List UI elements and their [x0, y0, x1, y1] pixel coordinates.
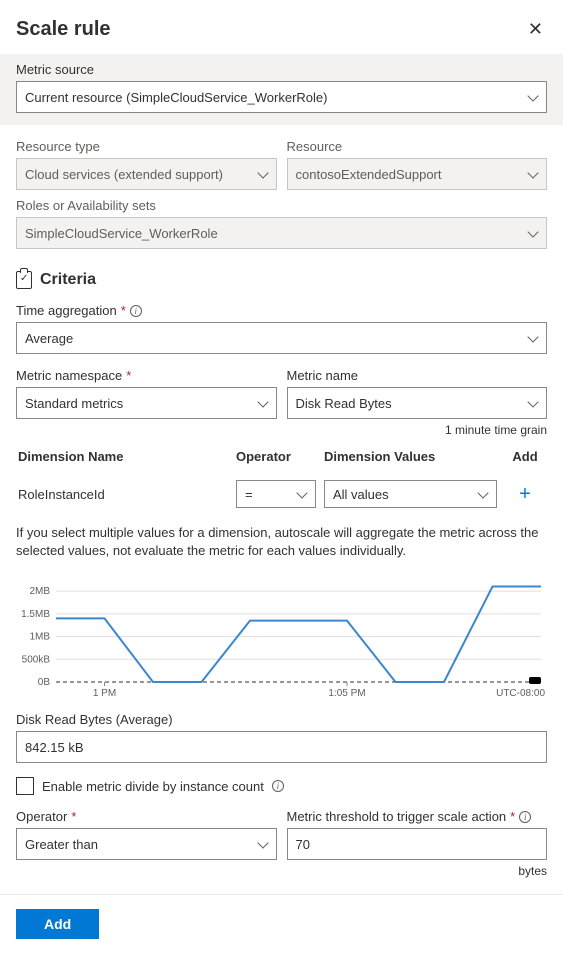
operator-select[interactable]: Greater than: [16, 828, 277, 860]
threshold-value: 70: [296, 837, 310, 852]
svg-text:UTC-08:00: UTC-08:00: [496, 688, 545, 699]
chevron-down-icon: [478, 489, 488, 499]
info-icon[interactable]: i: [130, 305, 142, 317]
resource-select: contosoExtendedSupport: [287, 158, 548, 190]
chevron-down-icon: [297, 489, 307, 499]
chevron-down-icon: [258, 169, 268, 179]
dim-head-vals: Dimension Values: [324, 449, 497, 464]
metric-source-value: Current resource (SimpleCloudService_Wor…: [25, 90, 327, 105]
dim-head-add: Add: [505, 449, 545, 464]
required-indicator: *: [510, 809, 515, 824]
page-title: Scale rule: [16, 18, 111, 41]
threshold-label: Metric threshold to trigger scale action…: [287, 809, 548, 824]
required-indicator: *: [121, 303, 126, 318]
operator-value: Greater than: [25, 837, 98, 852]
clipboard-check-icon: [16, 271, 32, 289]
svg-text:2MB: 2MB: [29, 586, 50, 597]
required-indicator: *: [71, 809, 76, 824]
svg-text:1MB: 1MB: [29, 632, 50, 643]
svg-text:1:05 PM: 1:05 PM: [328, 688, 365, 699]
svg-text:1.5MB: 1.5MB: [21, 609, 50, 620]
resource-type-select: Cloud services (extended support): [16, 158, 277, 190]
resource-type-label: Resource type: [16, 139, 277, 154]
required-indicator: *: [126, 368, 131, 383]
resource-type-value: Cloud services (extended support): [25, 167, 223, 182]
divide-label: Enable metric divide by instance count: [42, 779, 264, 794]
info-icon[interactable]: i: [519, 811, 531, 823]
dimension-help-text: If you select multiple values for a dime…: [16, 524, 547, 560]
dim-head-name: Dimension Name: [18, 449, 228, 464]
dim-values-select[interactable]: All values: [324, 480, 497, 508]
metric-name-label: Metric name: [287, 368, 548, 383]
resource-label: Resource: [287, 139, 548, 154]
chevron-down-icon: [528, 92, 538, 102]
dim-values-value: All values: [333, 487, 389, 502]
metric-source-label: Metric source: [16, 62, 547, 77]
threshold-input[interactable]: 70: [287, 828, 548, 860]
time-grain-text: 1 minute time grain: [16, 423, 547, 437]
chevron-down-icon: [258, 398, 268, 408]
add-dimension-button[interactable]: +: [505, 484, 545, 504]
resource-value: contosoExtendedSupport: [296, 167, 442, 182]
readout-value-box: 842.15 kB: [16, 731, 547, 763]
roles-value: SimpleCloudService_WorkerRole: [25, 226, 218, 241]
metric-ns-value: Standard metrics: [25, 396, 123, 411]
readout-value: 842.15 kB: [25, 740, 84, 755]
threshold-unit: bytes: [287, 864, 548, 878]
chevron-down-icon: [528, 398, 538, 408]
time-agg-value: Average: [25, 331, 73, 346]
time-agg-label: Time aggregation * i: [16, 303, 547, 318]
add-button[interactable]: Add: [16, 909, 99, 939]
svg-text:500kB: 500kB: [22, 655, 51, 666]
dim-op-select[interactable]: =: [236, 480, 316, 508]
dim-name-value: RoleInstanceId: [18, 487, 228, 502]
chevron-down-icon: [528, 228, 538, 238]
svg-text:1 PM: 1 PM: [93, 688, 116, 699]
roles-label: Roles or Availability sets: [16, 198, 547, 213]
chevron-down-icon: [528, 333, 538, 343]
chevron-down-icon: [258, 839, 268, 849]
metric-chart: 0B 500kB 1MB 1.5MB 2MB 1 PM 1:05 PM UTC-08:00: [16, 574, 547, 704]
dim-head-op: Operator: [236, 449, 316, 464]
roles-select: SimpleCloudService_WorkerRole: [16, 217, 547, 249]
metric-ns-label: Metric namespace *: [16, 368, 277, 383]
close-icon[interactable]: ✕: [524, 16, 547, 42]
metric-source-select[interactable]: Current resource (SimpleCloudService_Wor…: [16, 81, 547, 113]
metric-name-value: Disk Read Bytes: [296, 396, 392, 411]
metric-name-select[interactable]: Disk Read Bytes: [287, 387, 548, 419]
info-icon[interactable]: i: [272, 780, 284, 792]
dim-op-value: =: [245, 487, 253, 502]
metric-ns-select[interactable]: Standard metrics: [16, 387, 277, 419]
svg-text:0B: 0B: [38, 677, 51, 688]
time-agg-select[interactable]: Average: [16, 322, 547, 354]
chevron-down-icon: [528, 169, 538, 179]
divide-by-instance-checkbox[interactable]: [16, 777, 34, 795]
criteria-title: Criteria: [40, 271, 96, 289]
readout-label: Disk Read Bytes (Average): [16, 712, 547, 727]
operator-label: Operator *: [16, 809, 277, 824]
dim-row: RoleInstanceId = All values +: [16, 470, 547, 514]
